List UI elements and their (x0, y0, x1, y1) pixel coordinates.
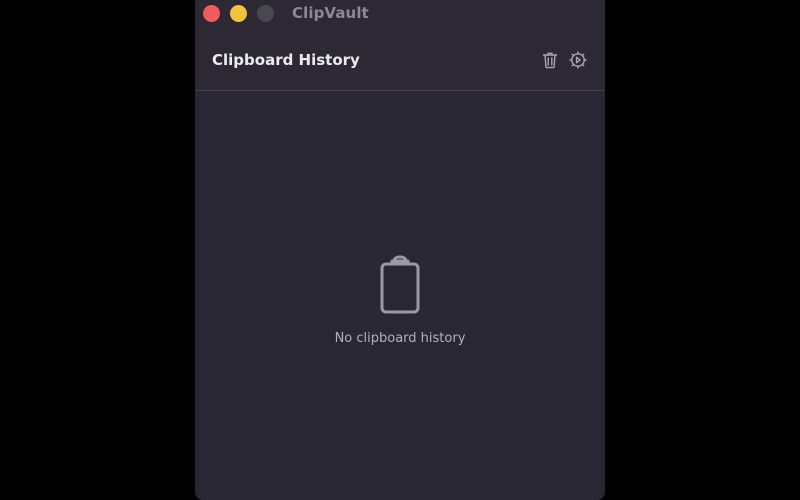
clear-history-button[interactable] (540, 50, 560, 70)
title-bar[interactable]: ClipVault (195, 0, 605, 28)
trash-icon (542, 52, 558, 69)
minimize-window-button[interactable] (230, 5, 247, 22)
header-bar: Clipboard History (195, 28, 605, 91)
empty-state-message: No clipboard history (334, 331, 466, 346)
app-window: ClipVault Clipboard History No clipboard… (195, 0, 605, 500)
clipboard-icon (380, 255, 420, 314)
page-title: Clipboard History (212, 51, 360, 69)
window-title: ClipVault (292, 4, 369, 22)
zoom-window-button[interactable] (257, 5, 274, 22)
close-window-button[interactable] (203, 5, 220, 22)
empty-state: No clipboard history (195, 255, 605, 346)
settings-button[interactable] (568, 50, 588, 70)
gear-icon (569, 51, 587, 69)
